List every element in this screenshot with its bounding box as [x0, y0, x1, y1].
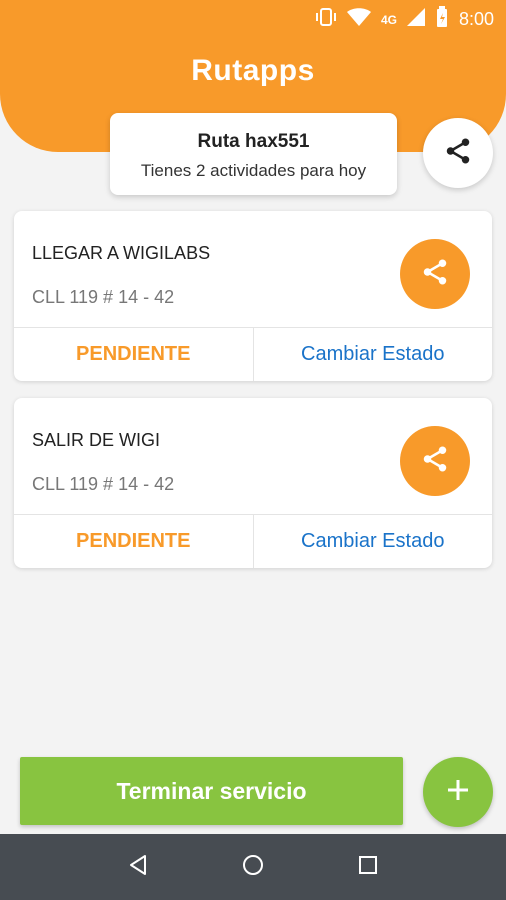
activity-footer: PENDIENTE Cambiar Estado	[14, 327, 492, 381]
home-icon[interactable]	[241, 853, 265, 882]
wifi-icon	[346, 7, 371, 32]
share-route-button[interactable]	[423, 118, 493, 188]
app-logo: Rutapps	[191, 54, 315, 87]
recents-icon[interactable]	[356, 853, 380, 882]
activity-card: SALIR DE WIGI CLL 119 # 14 - 42 PENDIENT…	[14, 398, 492, 568]
activity-address: CLL 119 # 14 - 42	[32, 287, 175, 307]
share-icon	[420, 257, 450, 292]
network-type-label: 4G	[380, 12, 397, 27]
share-icon	[420, 444, 450, 479]
change-status-button[interactable]: Cambiar Estado	[254, 328, 493, 381]
system-nav-bar	[0, 834, 506, 900]
status-bar: 4G 8:00	[0, 0, 506, 36]
activity-status: PENDIENTE	[14, 328, 254, 381]
add-activity-button[interactable]	[423, 757, 493, 827]
share-activity-button[interactable]	[400, 426, 470, 496]
share-activity-button[interactable]	[400, 239, 470, 309]
clock: 8:00	[458, 9, 494, 29]
activity-name: LLEGAR A WIGILABS	[32, 243, 211, 263]
finish-service-button[interactable]: Terminar servicio	[20, 757, 403, 825]
route-subtitle: Tienes 2 actividades para hoy	[140, 161, 367, 180]
activity-name: SALIR DE WIGI	[32, 430, 161, 450]
back-icon[interactable]	[126, 853, 150, 882]
signal-icon	[406, 8, 425, 31]
activity-footer: PENDIENTE Cambiar Estado	[14, 514, 492, 568]
change-status-button[interactable]: Cambiar Estado	[254, 515, 493, 568]
route-title: Ruta hax551	[197, 131, 310, 152]
activity-address: CLL 119 # 14 - 42	[32, 474, 175, 494]
plus-icon	[445, 777, 471, 808]
route-summary-card: Ruta hax551 Tienes 2 actividades para ho…	[110, 113, 397, 195]
share-icon	[443, 136, 473, 171]
activity-status: PENDIENTE	[14, 515, 254, 568]
activity-card: LLEGAR A WIGILABS CLL 119 # 14 - 42 PEND…	[14, 211, 492, 381]
vibrate-icon	[315, 6, 337, 33]
battery-icon	[435, 6, 449, 33]
